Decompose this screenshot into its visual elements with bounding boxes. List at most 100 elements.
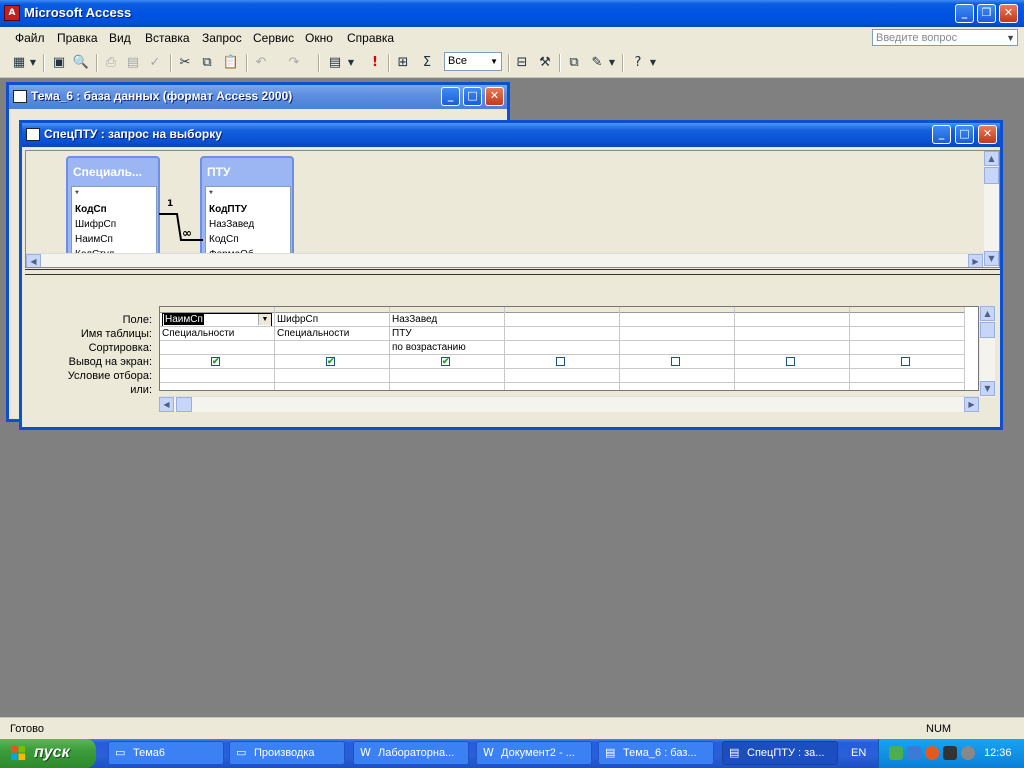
query-maximize-button[interactable]: □ [955, 125, 974, 144]
menu-query[interactable]: Запрос [202, 31, 242, 45]
scroll-up-icon[interactable]: ▲ [984, 151, 999, 166]
grid-sort-cell[interactable] [735, 341, 849, 355]
grid-column[interactable] [850, 307, 965, 390]
grid-criteria-cell[interactable] [505, 369, 619, 383]
pane-splitter[interactable] [25, 269, 1000, 275]
grid-column[interactable] [735, 307, 850, 390]
show-checkbox[interactable] [556, 357, 565, 366]
help-icon[interactable]: ? [629, 54, 647, 72]
grid-criteria-cell[interactable] [390, 369, 504, 383]
design-grid[interactable]: НаимСп ▼ Специальности ✔ ШифрСп Специаль… [159, 306, 979, 391]
grid-table-cell[interactable] [620, 327, 734, 341]
grid-or-cell[interactable] [390, 383, 504, 390]
field-item[interactable]: НаимСп [72, 232, 156, 247]
table-diagram-pane[interactable]: Специаль... * КодСп ШифрСп НаимСп КолСту… [25, 150, 1000, 268]
field-item[interactable]: КодСп [206, 232, 290, 247]
relationship-line[interactable] [159, 201, 203, 246]
show-checkbox[interactable] [901, 357, 910, 366]
grid-column[interactable] [620, 307, 735, 390]
grid-sort-cell[interactable] [620, 341, 734, 355]
grid-table-cell[interactable]: Специальности [275, 327, 389, 341]
scroll-thumb[interactable] [980, 322, 995, 338]
copy-icon[interactable]: ⧉ [198, 54, 216, 72]
run-query-icon[interactable]: ! [366, 54, 384, 72]
tables-horizontal-scrollbar[interactable]: ◀ ▶ [26, 253, 984, 267]
print-preview-icon[interactable]: ▤ [124, 54, 142, 72]
grid-table-cell[interactable] [735, 327, 849, 341]
grid-criteria-cell[interactable] [275, 369, 389, 383]
grid-show-cell[interactable]: ✔ [275, 355, 389, 369]
grid-show-cell[interactable] [505, 355, 619, 369]
scroll-left-icon[interactable]: ◀ [159, 397, 174, 412]
new-object-dropdown-icon[interactable]: ▼ [607, 54, 617, 72]
grid-field-cell[interactable] [850, 313, 964, 327]
grid-field-cell[interactable]: НаимСп ▼ [160, 313, 274, 327]
chevron-down-icon[interactable]: ▼ [258, 314, 271, 325]
totals-icon[interactable]: Σ [418, 54, 436, 72]
field-select[interactable]: НаимСп ▼ [162, 313, 272, 326]
grid-sort-cell[interactable] [275, 341, 389, 355]
grid-field-cell[interactable] [620, 313, 734, 327]
scroll-thumb[interactable] [176, 397, 192, 412]
grid-show-cell[interactable] [735, 355, 849, 369]
menu-window[interactable]: Окно [305, 31, 333, 45]
menu-edit[interactable]: Правка [57, 31, 98, 45]
view-dropdown-icon[interactable]: ▼ [28, 54, 38, 72]
language-indicator[interactable]: EN [851, 747, 866, 759]
grid-table-cell[interactable] [850, 327, 964, 341]
chevron-down-icon[interactable]: ▼ [1006, 30, 1015, 46]
print-icon[interactable]: ⎙ [102, 54, 120, 72]
save-icon[interactable]: ▣ [50, 54, 68, 72]
grid-field-cell[interactable] [505, 313, 619, 327]
grid-criteria-cell[interactable] [735, 369, 849, 383]
field-item-key[interactable]: КодПТУ [206, 202, 290, 217]
grid-column[interactable] [505, 307, 620, 390]
grid-or-cell[interactable] [505, 383, 619, 390]
grid-criteria-cell[interactable] [160, 369, 274, 383]
grid-criteria-cell[interactable] [620, 369, 734, 383]
menu-view[interactable]: Вид [109, 31, 131, 45]
restore-button[interactable]: ❐ [977, 4, 996, 23]
browser-icon[interactable] [925, 746, 939, 760]
show-checkbox[interactable]: ✔ [326, 357, 335, 366]
query-minimize-button[interactable]: _ [932, 125, 951, 144]
grid-vertical-scrollbar[interactable]: ▲ ▼ [980, 306, 995, 397]
grid-show-cell[interactable] [620, 355, 734, 369]
taskbar-item-proizvodka[interactable]: ▭ Производка [229, 741, 345, 765]
show-checkbox[interactable] [671, 357, 680, 366]
undo-icon[interactable]: ↶ [252, 54, 270, 72]
grid-or-cell[interactable] [735, 383, 849, 390]
grid-show-cell[interactable]: ✔ [160, 355, 274, 369]
taskbar-item-document2[interactable]: W Документ2 - ... [476, 741, 592, 765]
grid-field-cell[interactable] [735, 313, 849, 327]
network-icon[interactable] [889, 746, 903, 760]
search-icon[interactable]: 🔍 [72, 54, 90, 72]
tray-app-icon[interactable] [907, 746, 921, 760]
db-maximize-button[interactable]: □ [463, 87, 482, 106]
database-window-title-bar[interactable]: Тема_6 : база данных (формат Access 2000… [9, 85, 507, 109]
field-item[interactable]: * [206, 187, 290, 202]
database-window-icon[interactable]: ⧉ [565, 54, 583, 72]
grid-or-cell[interactable] [160, 383, 274, 390]
grid-table-cell[interactable]: ПТУ [390, 327, 504, 341]
field-item[interactable]: НазЗавед [206, 217, 290, 232]
build-icon[interactable]: ⚒ [536, 54, 554, 72]
table-box-specialties[interactable]: Специаль... * КодСп ШифрСп НаимСп КолСту… [66, 156, 160, 267]
query-close-button[interactable]: ✕ [978, 125, 997, 144]
show-checkbox[interactable] [786, 357, 795, 366]
scroll-down-icon[interactable]: ▼ [984, 251, 999, 266]
db-close-button[interactable]: ✕ [485, 87, 504, 106]
query-window-title-bar[interactable]: СпецПТУ : запрос на выборку _ □ ✕ [22, 123, 1000, 147]
table-title[interactable]: ПТУ [207, 165, 230, 179]
tables-vertical-scrollbar[interactable]: ▲ ▼ [984, 151, 999, 267]
taskbar-item-spec-ptu-query[interactable]: ▤ СпецПТУ : за... [722, 741, 838, 765]
menu-insert[interactable]: Вставка [145, 31, 190, 45]
start-button[interactable]: пуск [0, 739, 96, 768]
taskbar-item-tema6-db[interactable]: ▤ Тема_6 : баз... [598, 741, 714, 765]
show-checkbox[interactable]: ✔ [211, 357, 220, 366]
grid-column[interactable]: ШифрСп Специальности ✔ [275, 307, 390, 390]
scroll-up-icon[interactable]: ▲ [980, 306, 995, 321]
grid-or-cell[interactable] [275, 383, 389, 390]
chevron-down-icon[interactable]: ▼ [490, 53, 498, 70]
grid-sort-cell[interactable] [160, 341, 274, 355]
